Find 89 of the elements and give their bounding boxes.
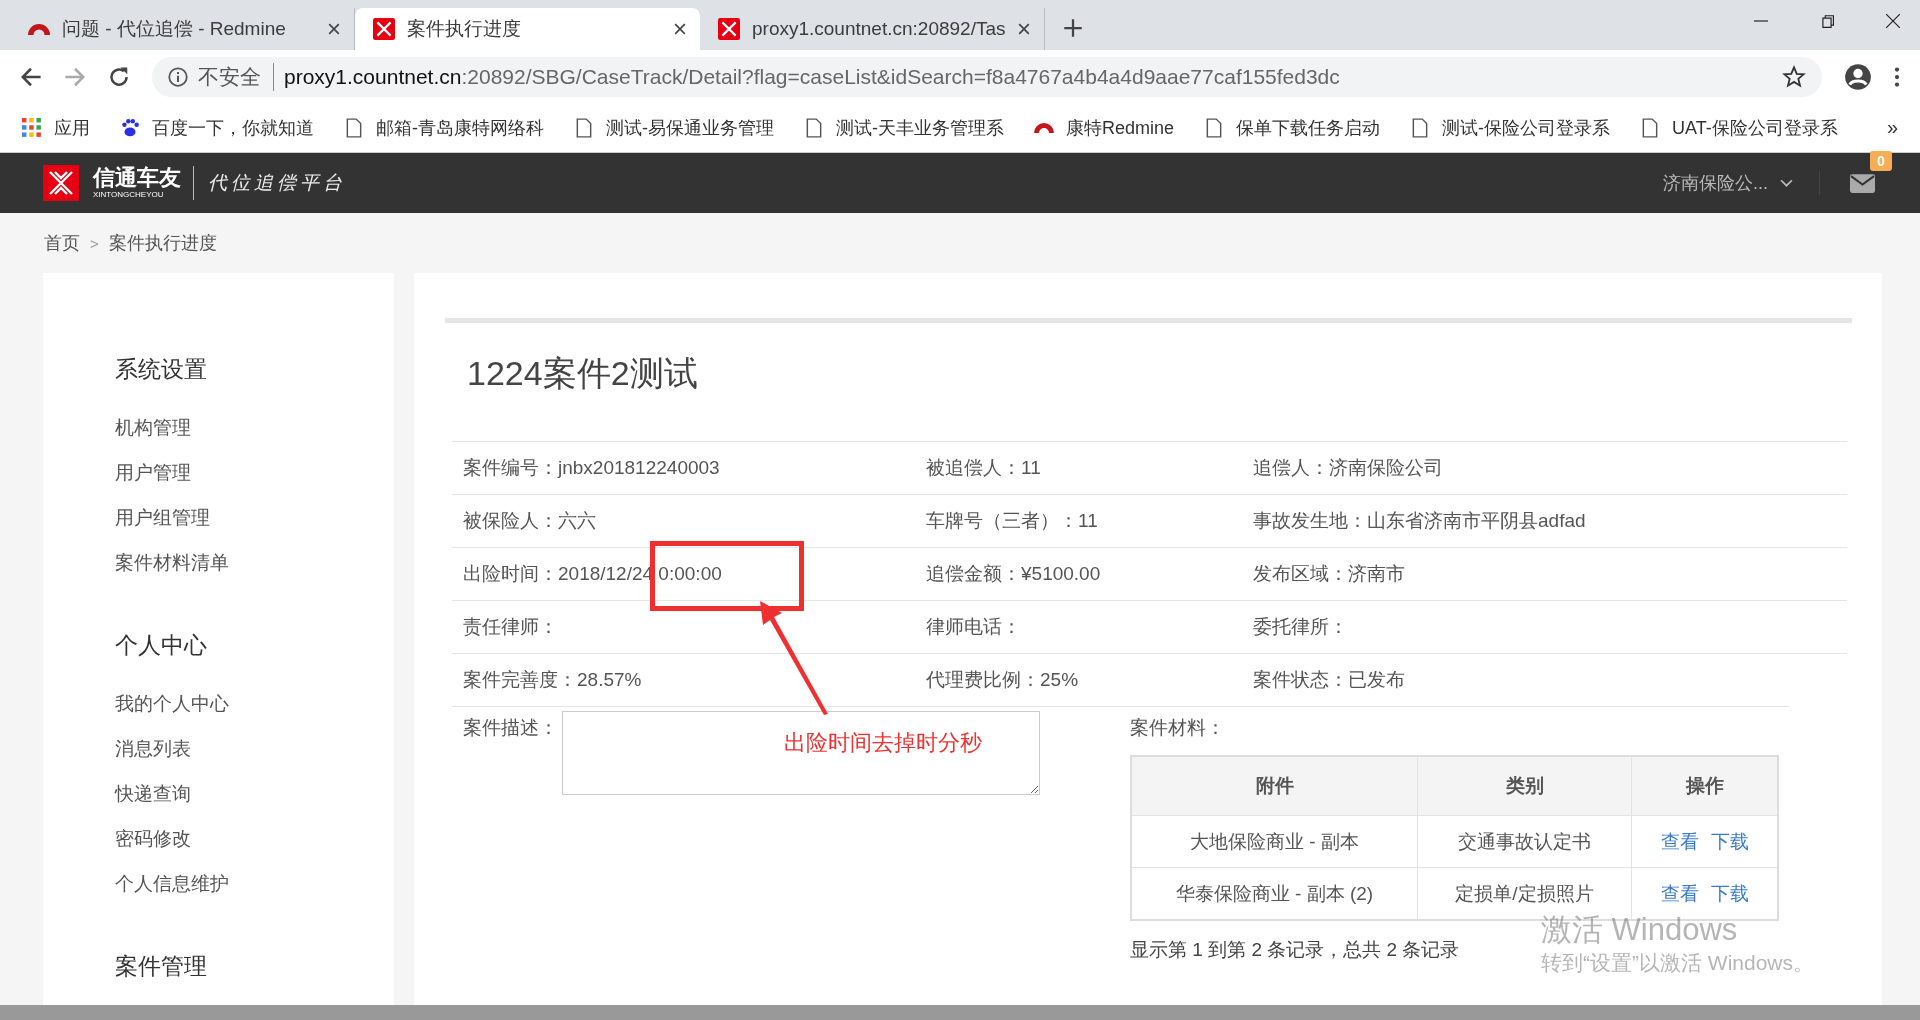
column-header: 附件 xyxy=(1131,756,1418,816)
paw-icon xyxy=(120,117,140,138)
redmine-icon xyxy=(1034,122,1054,133)
info-field: 案件完善度：28.57% xyxy=(452,667,926,693)
bookmark[interactable]: 邮箱-青岛康特网络科 xyxy=(344,115,544,140)
apps-grid-icon xyxy=(22,117,42,138)
info-icon xyxy=(168,66,188,87)
info-field: 律师电话： xyxy=(926,614,1253,640)
more-bookmarks[interactable]: » xyxy=(1886,116,1898,139)
breadcrumb-separator: > xyxy=(90,234,99,252)
info-field: 案件状态：已发布 xyxy=(1253,667,1405,693)
page-icon xyxy=(344,117,364,138)
info-field: 出险时间：2018/12/24 0:00:00 xyxy=(452,561,926,587)
brand-name: 信通车友 xyxy=(93,166,181,190)
bookmark[interactable]: UAT-保险公司登录系 xyxy=(1640,115,1838,140)
pagination-info: 显示第 1 到第 2 条记录，总共 2 条记录 xyxy=(1130,938,1460,962)
url-text: proxy1.countnet.cn:20892/SBG/CaseTrack/Detail?flag=caseList&idSearch=f8a4767a4b4a4d9aae77caf155fed3dc xyxy=(284,64,1340,89)
breadcrumb-item: 案件执行进度 xyxy=(108,232,217,255)
platform-name: 代位追偿平台 xyxy=(208,171,346,195)
restore-icon[interactable] xyxy=(1820,14,1834,28)
field-label: 案件描述： xyxy=(463,716,558,740)
browser-tab[interactable]: 案件执行进度 xyxy=(355,8,700,50)
star-icon[interactable] xyxy=(1782,64,1806,89)
bookmark[interactable]: 测试-易保通业务管理 xyxy=(574,115,774,140)
close-icon[interactable] xyxy=(674,23,686,35)
table-cell: 交通事故认定书 xyxy=(1417,815,1632,868)
sidebar-heading: 系统设置 xyxy=(115,355,207,384)
brand-subtitle: XINTONGCHEYOU xyxy=(93,190,165,200)
action-link[interactable]: 下载 xyxy=(1710,830,1749,852)
sidebar-heading: 个人中心 xyxy=(115,631,207,660)
description-field[interactable] xyxy=(562,711,1040,795)
bookmark[interactable]: 康特Redmine xyxy=(1034,115,1175,140)
bookmark[interactable]: 百度一下，你就知道 xyxy=(120,115,314,140)
sidebar-item[interactable]: 机构管理 xyxy=(115,405,191,450)
table-cell: 大地保险商业 - 副本 xyxy=(1131,815,1418,868)
case-title: 1224案件2测试 xyxy=(467,353,698,394)
sidebar-item[interactable]: 个人信息维护 xyxy=(115,861,229,906)
bookmark[interactable]: 测试-保险公司登录系 xyxy=(1410,115,1611,140)
reload-icon[interactable] xyxy=(108,65,130,88)
sidebar-item[interactable]: 快递查询 xyxy=(115,771,191,816)
address-bar[interactable]: 不安全 proxy1.countnet.cn:20892/SBG/CaseTrack/Detail?flag=caseList&idSearch=f8a4767a4b4a4d9aae77caf155fed3dc xyxy=(152,56,1822,97)
breadcrumb-item[interactable]: 首页 xyxy=(44,231,80,255)
info-field: 追偿人：济南保险公司 xyxy=(1253,455,1443,481)
close-icon[interactable] xyxy=(1018,23,1030,35)
logo-icon xyxy=(373,18,395,40)
sidebar-item[interactable]: 用户管理 xyxy=(115,450,191,495)
close-icon[interactable] xyxy=(328,23,340,35)
mail-icon[interactable] xyxy=(1850,173,1875,193)
action-link[interactable]: 下载 xyxy=(1710,882,1749,904)
logo-icon xyxy=(718,18,740,40)
info-field: 代理费比例：25% xyxy=(926,667,1253,693)
sidebar-heading: 案件管理 xyxy=(115,952,207,981)
menu-icon[interactable] xyxy=(1894,66,1900,87)
info-field: 追偿金额：¥5100.00 xyxy=(926,561,1253,587)
column-header: 类别 xyxy=(1417,756,1632,816)
info-field: 案件编号：jnbx201812240003 xyxy=(452,455,926,481)
redmine-icon xyxy=(28,23,50,35)
sidebar-item[interactable]: 案件材料清单 xyxy=(115,540,229,585)
info-field: 事故发生地：山东省济南市平阴县adfad xyxy=(1253,508,1586,534)
info-field: 被追偿人：11 xyxy=(926,455,1253,481)
info-field: 发布区域：济南市 xyxy=(1253,561,1405,587)
caret-icon xyxy=(1780,178,1793,188)
bookmark[interactable]: 应用 xyxy=(22,115,90,140)
action-link[interactable]: 查看 xyxy=(1660,882,1699,904)
action-link[interactable]: 查看 xyxy=(1660,830,1699,852)
new-tab-icon[interactable] xyxy=(1063,18,1083,38)
info-field: 责任律师： xyxy=(452,614,926,640)
back-icon[interactable] xyxy=(20,65,42,88)
logo-icon xyxy=(43,165,79,201)
activation-text: 转到“设置”以激活 Windows。 xyxy=(1541,951,1814,975)
bookmark[interactable]: 保单下载任务启动 xyxy=(1204,115,1381,140)
annotation-note: 出险时间去掉时分秒 xyxy=(784,729,982,757)
info-field: 委托律所： xyxy=(1253,614,1348,640)
info-field: 车牌号（三者）：11 xyxy=(926,508,1253,534)
page-icon xyxy=(574,117,594,138)
sidebar-item[interactable]: 我的个人中心 xyxy=(115,681,229,726)
account-icon[interactable] xyxy=(1844,62,1872,91)
sidebar-item[interactable]: 消息列表 xyxy=(115,726,191,771)
bookmark[interactable]: 测试-天丰业务管理系 xyxy=(804,115,1004,140)
sidebar-item[interactable]: 用户组管理 xyxy=(115,495,210,540)
count-badge: 0 xyxy=(1870,150,1892,171)
security-label: 不安全 xyxy=(198,62,274,91)
column-header: 操作 xyxy=(1631,756,1778,816)
close-icon[interactable] xyxy=(1886,14,1900,28)
sidebar-item[interactable]: 密码修改 xyxy=(115,816,191,861)
page-icon xyxy=(804,117,824,138)
info-field: 被保险人：六六 xyxy=(452,508,926,534)
field-label: 案件材料： xyxy=(1130,716,1225,740)
account-menu[interactable]: 济南保险公... xyxy=(1663,171,1820,195)
